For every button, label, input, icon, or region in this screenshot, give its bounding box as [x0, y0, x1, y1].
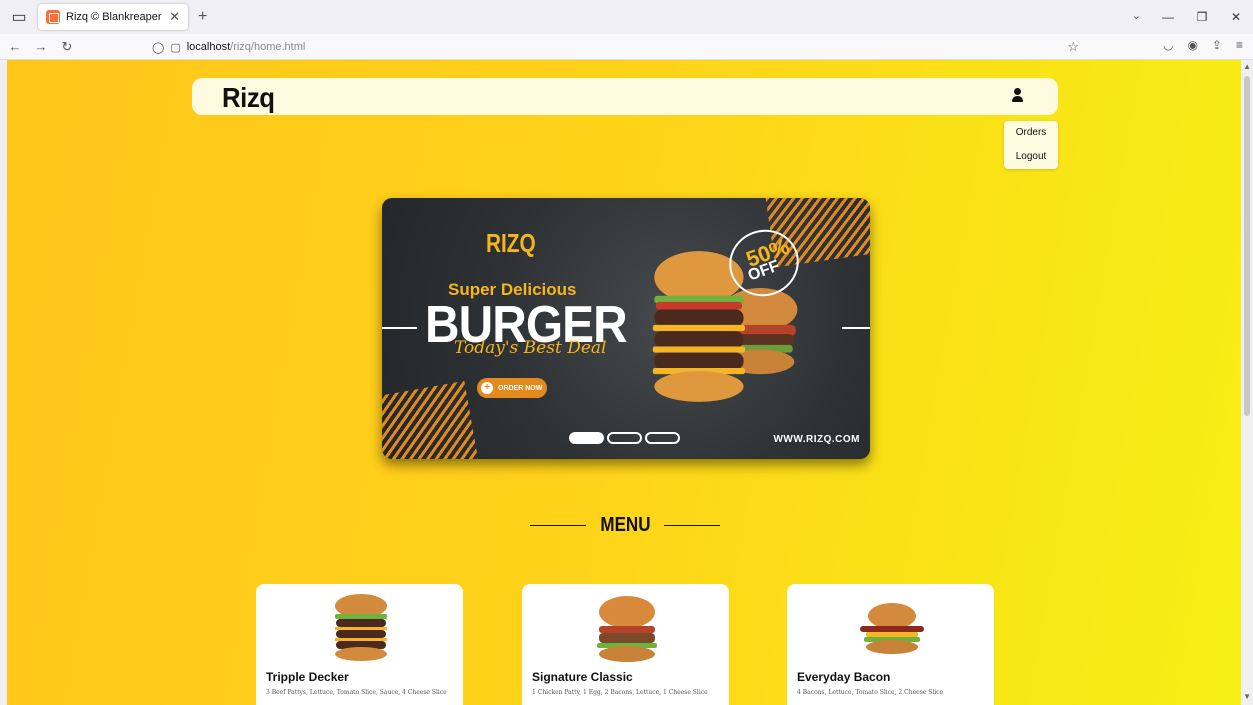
order-now-button[interactable]: + ORDER NOW — [477, 378, 547, 398]
back-icon[interactable]: ← — [4, 39, 26, 54]
banner-rule-left — [382, 327, 417, 329]
page-viewport: Rizq Orders Logout RIZQ Super Delicious … — [7, 60, 1241, 705]
menu-card[interactable]: Tripple Decker 3 Beef Pattys, Lettuce, T… — [256, 584, 463, 705]
pocket-icon[interactable]: ◡ — [1163, 38, 1173, 52]
banner-rule-right — [842, 327, 870, 329]
page-icon: ▢ — [170, 41, 181, 54]
browser-tab[interactable]: Rizq © Blankreaper ✕ — [38, 4, 188, 30]
banner-website: WWW.RIZQ.COM — [773, 434, 860, 445]
minimize-icon[interactable]: — — [1151, 10, 1185, 24]
menu-item-name: Signature Classic — [532, 670, 633, 684]
url-path: /rizq/home.html — [230, 41, 306, 53]
scrollbar-thumb[interactable] — [1244, 76, 1250, 416]
promo-carousel[interactable]: RIZQ Super Delicious BURGER Today's Best… — [382, 198, 870, 459]
banner-logo: RIZQ — [486, 228, 536, 258]
menu-item-name: Everyday Bacon — [797, 670, 891, 684]
window-controls: — ❐ ✕ — [1151, 0, 1253, 34]
tab-overflow-chevron-icon[interactable]: ⌄ — [1132, 9, 1141, 22]
tab-title: Rizq © Blankreaper — [66, 11, 162, 23]
menu-heading: MENU — [530, 510, 720, 540]
banner-script: Today's Best Deal — [454, 338, 607, 358]
carousel-dot-2[interactable] — [607, 432, 642, 444]
toolbar-icons: ◡ ◉ ⇪ ≡ — [1163, 38, 1243, 52]
user-icon[interactable] — [1010, 87, 1026, 105]
menu-item-orders[interactable]: Orders — [1004, 121, 1058, 145]
bookmark-star-icon[interactable]: ☆ — [1067, 39, 1079, 55]
order-now-label: ORDER NOW — [498, 384, 543, 392]
browser-tabbar: ▭ Rizq © Blankreaper ✕ + ⌄ — ❐ ✕ — [0, 0, 1253, 34]
shield-icon[interactable]: ◯ — [152, 41, 164, 54]
menu-icon[interactable]: ≡ — [1236, 38, 1243, 52]
reload-icon[interactable]: ↻ — [56, 39, 78, 55]
burger-image — [597, 596, 657, 662]
site-header: Rizq — [192, 78, 1058, 115]
address-bar[interactable]: ◯ ▢ localhost /rizq/home.html ☆ — [152, 36, 1087, 58]
burger-image — [860, 603, 924, 654]
menu-item-logout[interactable]: Logout — [1004, 145, 1058, 169]
heading-rule-left — [530, 524, 586, 526]
site-favicon-icon — [46, 10, 60, 24]
brush-stroke-decoration — [382, 380, 479, 459]
new-tab-icon[interactable]: + — [198, 8, 207, 26]
plus-icon: + — [481, 382, 493, 394]
burger-image — [335, 594, 387, 661]
menu-card[interactable]: Everyday Bacon 4 Bacons, Lettuce, Tomato… — [787, 584, 994, 705]
brand-logo[interactable]: Rizq — [222, 82, 275, 114]
scroll-up-icon[interactable]: ▲ — [1243, 62, 1251, 71]
menu-card[interactable]: Signature Classic 1 Chicken Patty, 1 Egg… — [522, 584, 729, 705]
heading-rule-right — [664, 524, 720, 526]
restore-icon[interactable]: ❐ — [1185, 10, 1219, 24]
close-window-icon[interactable]: ✕ — [1219, 10, 1253, 24]
browser-navbar: ← → ↻ ◯ ▢ localhost /rizq/home.html ☆ ◡ … — [0, 34, 1253, 60]
menu-title: MENU — [599, 513, 651, 536]
carousel-dot-3[interactable] — [645, 432, 680, 444]
extensions-icon[interactable]: ⇪ — [1212, 38, 1222, 52]
menu-item-desc: 4 Bacons, Lettuce, Tomato Slice, 2 Chees… — [797, 689, 944, 696]
tab-close-icon[interactable]: ✕ — [169, 9, 180, 25]
menu-item-desc: 1 Chicken Patty, 1 Egg, 2 Bacons, Lettuc… — [532, 689, 708, 696]
menu-item-name: Tripple Decker — [266, 670, 349, 684]
url-host: localhost — [186, 41, 231, 53]
carousel-indicators — [569, 432, 680, 444]
forward-icon[interactable]: → — [30, 39, 52, 54]
tab-list-icon[interactable]: ▭ — [6, 4, 32, 30]
account-icon[interactable]: ◉ — [1187, 38, 1197, 52]
scroll-down-icon[interactable]: ▼ — [1243, 692, 1251, 701]
menu-item-desc: 3 Beef Pattys, Lettuce, Tomato Slice, Sa… — [266, 689, 447, 696]
carousel-dot-1[interactable] — [569, 432, 604, 444]
user-dropdown: Orders Logout — [1004, 121, 1058, 169]
